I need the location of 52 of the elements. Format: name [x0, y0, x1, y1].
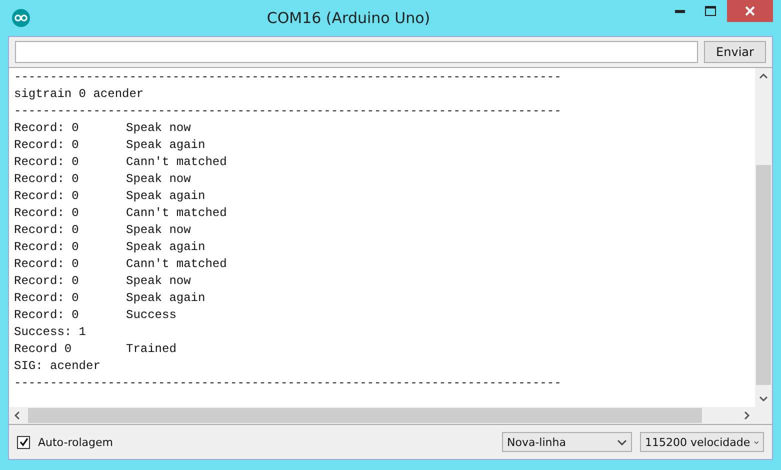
output-message: Trained	[126, 342, 176, 356]
line-ending-dropdown[interactable]: Nova-linha	[502, 432, 632, 452]
send-button[interactable]: Enviar	[704, 41, 766, 63]
baud-rate-dropdown[interactable]: 115200 velocidade	[640, 432, 764, 452]
minimize-icon[interactable]	[675, 10, 685, 12]
output-message: Cann't matched	[126, 154, 227, 168]
output-line: Record: 0	[14, 256, 80, 270]
output-line: Record: 0	[14, 138, 80, 152]
output-line: Record 0	[14, 342, 73, 356]
output-message: Speak again	[126, 188, 206, 202]
output-message: Speak now	[126, 274, 191, 288]
autoscroll-label: Auto-rolagem	[38, 436, 113, 448]
chevron-down-icon	[617, 438, 627, 446]
output-message: Speak again	[126, 138, 206, 152]
scroll-up-icon[interactable]	[759, 72, 768, 81]
output-line: ----------------------------------------------------------------------------	[14, 70, 562, 84]
output-line: Success: 1	[14, 324, 86, 338]
output-line: SIG: acender	[14, 358, 100, 372]
output-message: Speak now	[126, 120, 191, 134]
output-line: Record: 0	[14, 274, 80, 288]
output-message: Cann't matched	[126, 206, 227, 220]
output-message: Success	[126, 308, 176, 322]
scroll-right-icon[interactable]	[742, 411, 751, 420]
horizontal-scrollbar[interactable]	[9, 407, 755, 424]
window-title: COM16 (Arduino Uno)	[266, 9, 432, 27]
output-message: Speak now	[126, 222, 191, 236]
output-message: Speak now	[126, 172, 191, 186]
output-message: Speak again	[126, 290, 206, 304]
output-line: Record: 0	[14, 172, 80, 186]
output-message: Cann't matched	[126, 256, 227, 270]
output-line: Record: 0	[14, 154, 80, 168]
scroll-down-icon[interactable]	[759, 394, 768, 403]
vertical-scrollbar[interactable]	[755, 68, 772, 407]
output-line: Record: 0	[14, 240, 80, 254]
output-line: Record: 0	[14, 206, 80, 220]
output-line: Record: 0	[14, 290, 80, 304]
output-line: Record: 0	[14, 308, 80, 322]
close-icon[interactable]	[745, 6, 755, 16]
output-message: Speak again	[126, 240, 206, 254]
output-line: Record: 0	[14, 120, 80, 134]
message-input-field[interactable]	[15, 41, 698, 63]
output-line: ----------------------------------------------------------------------------	[14, 376, 562, 390]
infinity-logo-icon	[12, 9, 30, 27]
output-line: sigtrain 0 acender	[14, 86, 144, 100]
autoscroll-checkbox[interactable]	[17, 436, 30, 448]
chevron-down-icon	[754, 438, 759, 446]
scroll-left-icon[interactable]	[13, 411, 22, 420]
close-button[interactable]	[727, 0, 773, 22]
output-line: Record: 0	[14, 188, 80, 202]
output-line: Record: 0	[14, 222, 80, 236]
output-line: ----------------------------------------------------------------------------	[14, 104, 562, 118]
maximize-icon[interactable]	[704, 6, 716, 16]
